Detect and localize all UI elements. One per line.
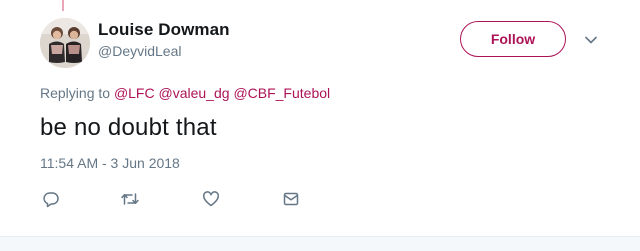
tweet-actions bbox=[0, 188, 640, 210]
mention-link[interactable]: @CBF_Futebol bbox=[233, 85, 330, 101]
thread-connector-line bbox=[62, 0, 64, 11]
direct-message-button[interactable] bbox=[280, 188, 302, 210]
replying-to-line: Replying to @LFC @valeu_dg @CBF_Futebol bbox=[40, 85, 330, 101]
retweet-icon bbox=[121, 193, 139, 205]
display-name[interactable]: Louise Dowman bbox=[98, 20, 230, 40]
tweet-timestamp[interactable]: 11:54 AM - 3 Jun 2018 bbox=[40, 155, 180, 171]
user-handle[interactable]: @DeyvidLeal bbox=[98, 43, 181, 59]
avatar[interactable] bbox=[40, 18, 90, 68]
chevron-down-icon bbox=[585, 36, 597, 44]
more-options-button[interactable] bbox=[582, 33, 600, 47]
retweet-button[interactable] bbox=[119, 188, 141, 210]
avatar-image bbox=[40, 18, 90, 68]
mention-link[interactable]: @valeu_dg bbox=[159, 85, 230, 101]
replying-to-label: Replying to bbox=[40, 85, 111, 101]
like-button[interactable] bbox=[200, 188, 222, 210]
heart-icon bbox=[203, 191, 219, 207]
mention-link[interactable]: @LFC bbox=[114, 85, 155, 101]
tweet-text: be no doubt that bbox=[40, 114, 217, 141]
reply-icon bbox=[43, 192, 59, 208]
follow-button[interactable]: Follow bbox=[460, 21, 566, 57]
reply-area-strip bbox=[0, 236, 640, 251]
envelope-icon bbox=[283, 192, 299, 206]
reply-button[interactable] bbox=[40, 188, 62, 210]
